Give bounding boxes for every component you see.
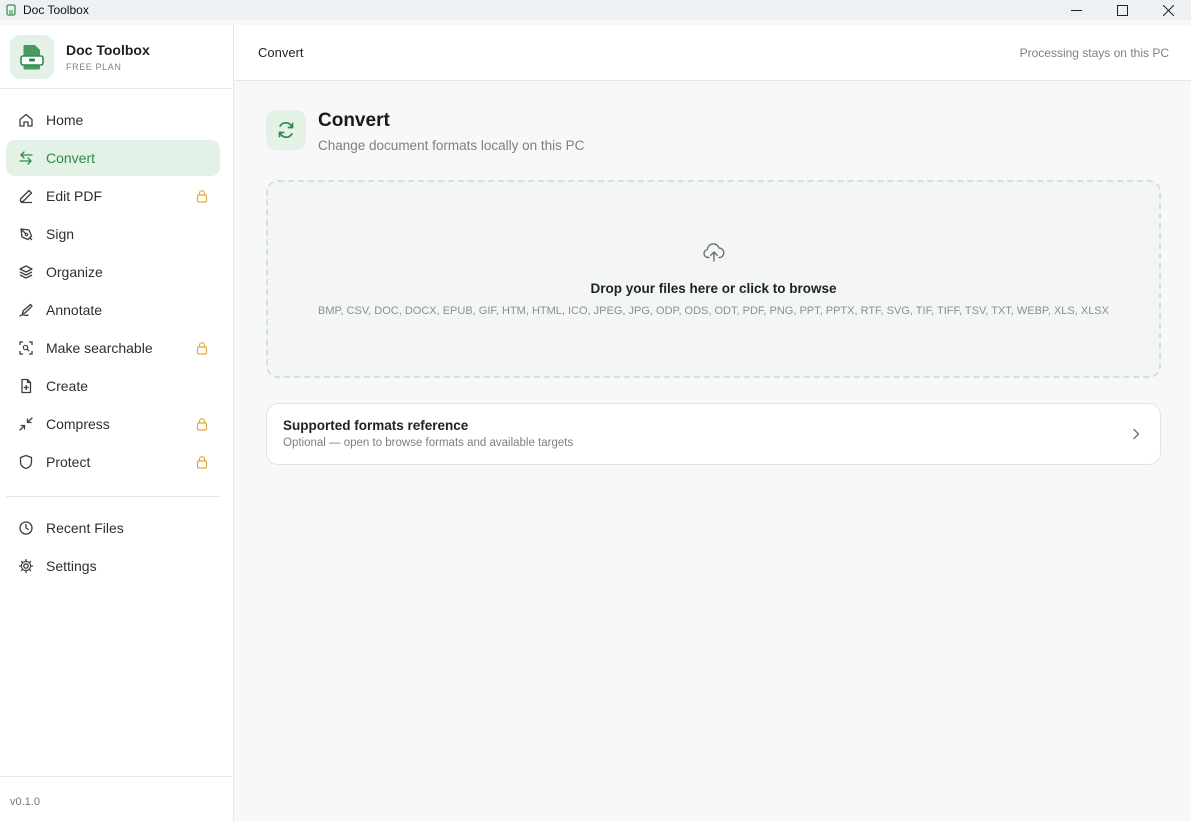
sidebar-item-recent-files[interactable]: Recent Files — [6, 510, 220, 546]
lock-icon — [196, 342, 208, 355]
sidebar-item-label: Convert — [46, 150, 96, 166]
close-button[interactable] — [1145, 0, 1191, 20]
sidebar-item-label: Create — [46, 378, 89, 394]
formats-card-subtitle: Optional — open to browse formats and av… — [283, 437, 574, 449]
shield-icon — [18, 454, 34, 470]
sidebar-item-settings[interactable]: Settings — [6, 548, 220, 584]
sidebar-item-organize[interactable]: Organize — [6, 254, 220, 290]
page-title: Convert — [318, 110, 390, 131]
brand-name: Doc Toolbox — [66, 41, 150, 58]
app-logo-icon — [5, 4, 17, 16]
sidebar-item-label: Compress — [46, 416, 110, 432]
sidebar-nav: Home Convert Edit PDF Sign Organize Anno… — [0, 89, 233, 480]
sidebar-item-annotate[interactable]: Annotate — [6, 292, 220, 328]
formats-reference-card[interactable]: Supported formats reference Optional — o… — [266, 403, 1161, 465]
sidebar-item-label: Protect — [46, 454, 91, 470]
compress-icon — [18, 416, 34, 432]
clock-icon — [18, 520, 34, 536]
sidebar-item-label: Annotate — [46, 302, 103, 318]
main-content: Convert Change document formats locally … — [234, 81, 1191, 821]
cloud-upload-icon — [702, 243, 725, 262]
sidebar-item-label: Make searchable — [46, 340, 153, 356]
sidebar-item-label: Sign — [46, 226, 75, 242]
pen-icon — [18, 188, 34, 204]
sidebar-secondary-nav: Recent Files Settings — [0, 510, 233, 584]
sidebar-item-make-searchable[interactable]: Make searchable — [6, 330, 220, 366]
lock-icon — [196, 418, 208, 431]
dropzone-title: Drop your files here or click to browse — [590, 281, 837, 296]
sidebar-item-label: Edit PDF — [46, 188, 103, 204]
home-icon — [18, 112, 34, 128]
convert-arrows-icon — [18, 150, 34, 166]
sidebar-item-compress[interactable]: Compress — [6, 406, 220, 442]
sidebar-item-convert[interactable]: Convert — [6, 140, 220, 176]
sidebar-item-edit-pdf[interactable]: Edit PDF — [6, 178, 220, 214]
minimize-button[interactable] — [1053, 0, 1099, 20]
page-subtitle: Change document formats locally on this … — [318, 138, 585, 153]
file-dropzone[interactable]: Drop your files here or click to browse … — [266, 180, 1161, 378]
maximize-icon — [1116, 4, 1128, 16]
refresh-icon — [266, 110, 306, 150]
chevron-right-icon — [1133, 428, 1140, 440]
annotate-icon — [18, 302, 34, 318]
scan-icon — [18, 340, 34, 356]
toolbox-logo-icon — [10, 34, 54, 79]
maximize-button[interactable] — [1099, 0, 1145, 20]
version-label: v0.1.0 — [10, 796, 40, 808]
lock-icon — [196, 190, 208, 203]
layers-icon — [18, 264, 34, 280]
minimize-icon — [1070, 9, 1082, 11]
window-title: Doc Toolbox — [23, 3, 89, 17]
signature-icon — [18, 226, 34, 242]
sidebar-item-label: Recent Files — [46, 520, 124, 536]
sidebar: Doc Toolbox FREE PLAN Home Convert Edit … — [0, 25, 234, 821]
privacy-note: Processing stays on this PC — [1019, 45, 1169, 60]
breadcrumb: Convert — [258, 45, 304, 60]
sidebar-item-create[interactable]: Create — [6, 368, 220, 404]
gear-icon — [18, 558, 34, 574]
plan-badge: FREE PLAN — [66, 61, 122, 72]
nav-divider — [6, 496, 220, 497]
page-header: Convert Change document formats locally … — [266, 110, 584, 153]
sidebar-item-label: Home — [46, 112, 84, 128]
sidebar-footer: v0.1.0 — [0, 776, 233, 821]
file-plus-icon — [18, 378, 34, 394]
window-titlebar: Doc Toolbox — [0, 0, 1191, 20]
close-icon — [1162, 4, 1174, 16]
sidebar-item-sign[interactable]: Sign — [6, 216, 220, 252]
formats-card-title: Supported formats reference — [283, 418, 469, 433]
brand-header: Doc Toolbox FREE PLAN — [0, 25, 233, 89]
lock-icon — [196, 456, 208, 469]
sidebar-item-home[interactable]: Home — [6, 102, 220, 138]
sidebar-item-label: Organize — [46, 264, 103, 280]
sidebar-item-label: Settings — [46, 558, 97, 574]
topbar: Convert Processing stays on this PC — [234, 25, 1191, 81]
sidebar-item-protect[interactable]: Protect — [6, 444, 220, 480]
supported-formats-list: BMP, CSV, DOC, DOCX, EPUB, GIF, HTM, HTM… — [318, 305, 1109, 317]
